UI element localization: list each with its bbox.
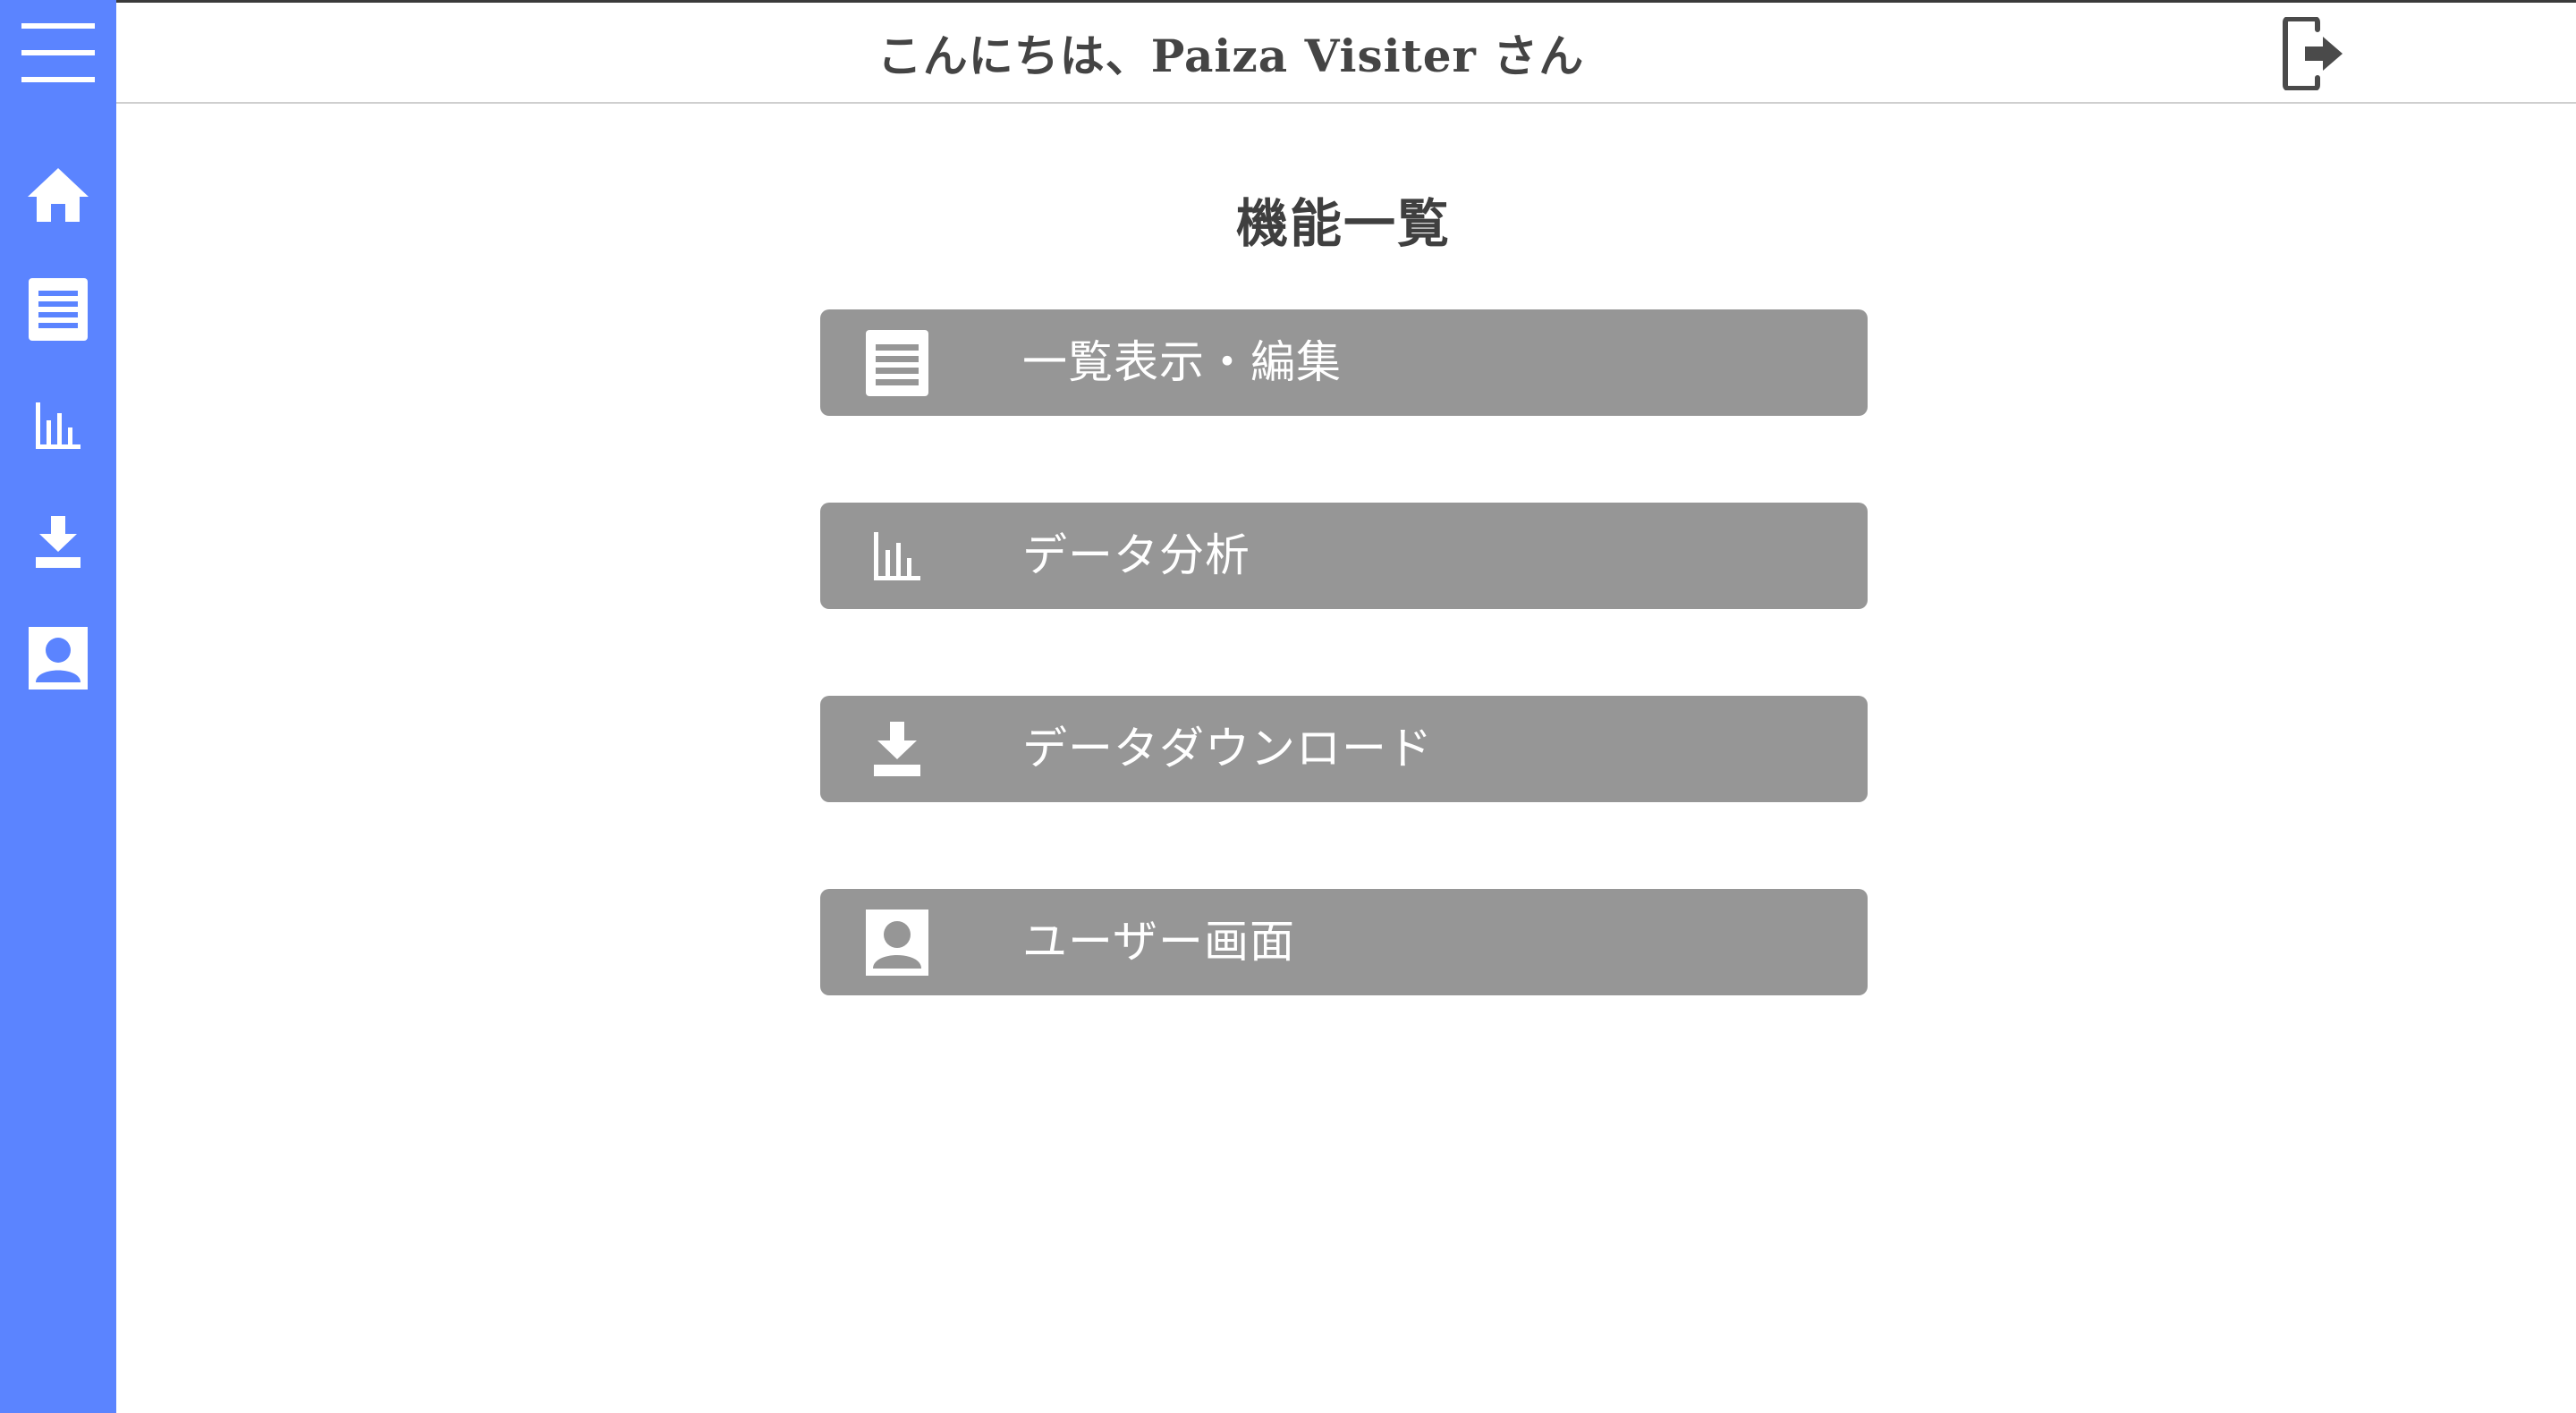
- download-icon: [874, 722, 920, 776]
- page-title: 機能一覧: [1235, 193, 1451, 254]
- user-icon: [866, 910, 928, 976]
- bar-chart-icon-wrapper: [865, 524, 929, 588]
- sidebar: [0, 0, 116, 1413]
- list-icon: [29, 278, 88, 341]
- hamburger-menu-icon: [21, 23, 95, 82]
- home-icon: [28, 168, 89, 222]
- user-screen-label: ユーザー画面: [1022, 916, 1295, 968]
- sidebar-item-home[interactable]: [0, 163, 116, 227]
- hamburger-menu-button[interactable]: [0, 13, 116, 93]
- data-download-button[interactable]: データダウンロード: [820, 696, 1868, 802]
- list-edit-label: 一覧表示・編集: [1022, 336, 1342, 388]
- sidebar-item-list[interactable]: [0, 277, 116, 342]
- data-analysis-button[interactable]: データ分析: [820, 503, 1868, 609]
- list-icon-wrapper: [865, 330, 929, 396]
- user-icon-wrapper: [865, 910, 929, 976]
- logout-icon: [2283, 17, 2343, 90]
- user-screen-button[interactable]: ユーザー画面: [820, 889, 1868, 995]
- bar-chart-icon: [874, 532, 920, 580]
- header: こんにちは、Paiza Visiter さん: [116, 3, 2576, 104]
- sidebar-item-user[interactable]: [0, 626, 116, 690]
- list-icon: [866, 330, 928, 396]
- download-icon: [36, 516, 80, 568]
- user-icon: [29, 627, 88, 690]
- data-download-label: データダウンロード: [1022, 723, 1433, 774]
- sidebar-item-download[interactable]: [0, 510, 116, 574]
- bar-chart-icon: [36, 402, 80, 449]
- logout-button[interactable]: [2276, 17, 2350, 90]
- data-analysis-label: データ分析: [1022, 529, 1250, 581]
- sidebar-item-analysis[interactable]: [0, 393, 116, 458]
- greeting-text: こんにちは、Paiza Visiter さん: [877, 30, 1585, 82]
- download-icon-wrapper: [865, 717, 929, 782]
- list-edit-button[interactable]: 一覧表示・編集: [820, 309, 1868, 416]
